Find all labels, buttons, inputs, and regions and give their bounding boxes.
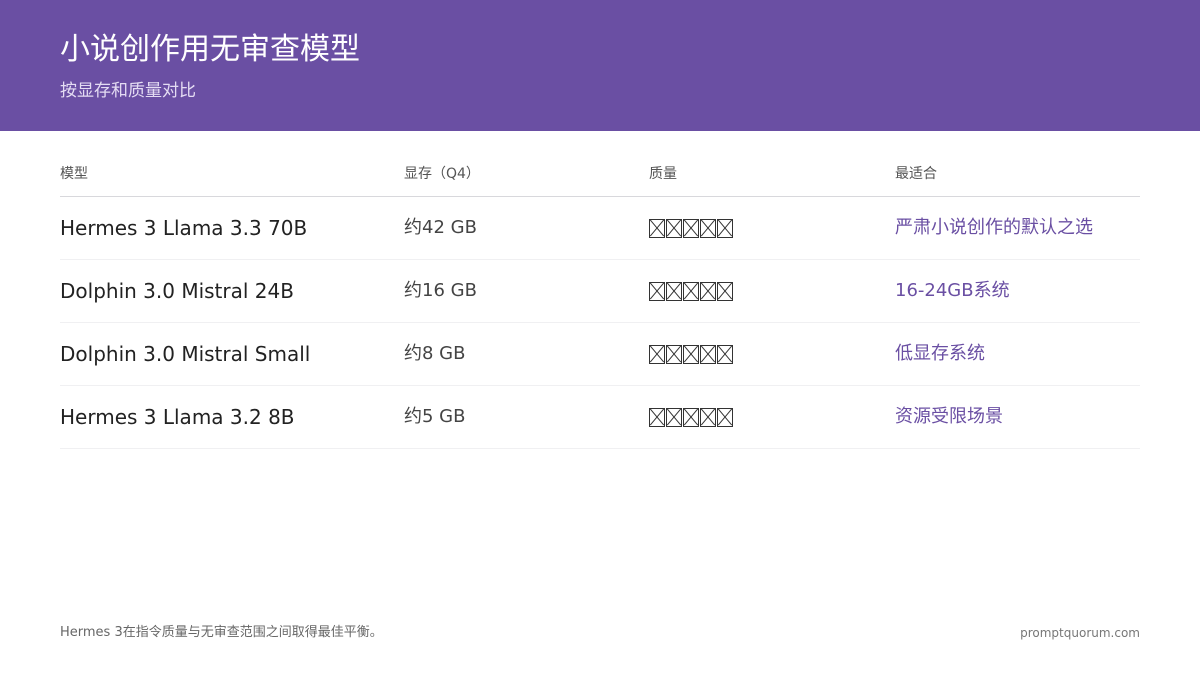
quality-rating bbox=[649, 260, 733, 327]
model-name: Dolphin 3.0 Mistral Small bbox=[60, 342, 311, 366]
missing-glyph-icon bbox=[700, 281, 716, 301]
table-row: Hermes 3 Llama 3.2 8B 约5 GB 资源受限场景 bbox=[60, 386, 1140, 449]
vram-value: 约5 GB bbox=[404, 406, 466, 427]
missing-glyph-icon bbox=[717, 344, 733, 364]
vram-value: 约8 GB bbox=[404, 343, 466, 364]
missing-glyph-icon bbox=[649, 281, 665, 301]
missing-glyph-icon bbox=[717, 218, 733, 238]
missing-glyph-icon bbox=[700, 344, 716, 364]
table-header-row: 模型 显存（Q4） 质量 最适合 bbox=[60, 160, 1140, 197]
quality-rating bbox=[649, 386, 733, 453]
page-subtitle: 按显存和质量对比 bbox=[60, 81, 196, 101]
vram-value: 约42 GB bbox=[404, 217, 477, 238]
missing-glyph-icon bbox=[683, 218, 699, 238]
missing-glyph-icon bbox=[649, 344, 665, 364]
comparison-table: 模型 显存（Q4） 质量 最适合 Hermes 3 Llama 3.3 70B … bbox=[60, 160, 1140, 449]
missing-glyph-icon bbox=[666, 281, 682, 301]
missing-glyph-icon bbox=[700, 218, 716, 238]
best-for-text: 低显存系统 bbox=[895, 343, 985, 364]
quality-rating bbox=[649, 197, 733, 264]
column-header-best-for: 最适合 bbox=[895, 166, 937, 182]
missing-glyph-icon bbox=[717, 407, 733, 427]
header-banner: 小说创作用无审查模型 按显存和质量对比 bbox=[0, 0, 1200, 131]
vram-value: 约16 GB bbox=[404, 280, 477, 301]
missing-glyph-icon bbox=[649, 218, 665, 238]
table-row: Dolphin 3.0 Mistral 24B 约16 GB 16-24GB系统 bbox=[60, 260, 1140, 323]
table-row: Dolphin 3.0 Mistral Small 约8 GB 低显存系统 bbox=[60, 323, 1140, 386]
column-header-quality: 质量 bbox=[649, 166, 677, 182]
footer-note: Hermes 3在指令质量与无审查范围之间取得最佳平衡。 bbox=[60, 625, 383, 640]
missing-glyph-icon bbox=[649, 407, 665, 427]
table-row: Hermes 3 Llama 3.3 70B 约42 GB 严肃小说创作的默认之… bbox=[60, 197, 1140, 260]
footer-site: promptquorum.com bbox=[1020, 626, 1140, 640]
missing-glyph-icon bbox=[666, 218, 682, 238]
model-name: Dolphin 3.0 Mistral 24B bbox=[60, 279, 294, 303]
missing-glyph-icon bbox=[717, 281, 733, 301]
missing-glyph-icon bbox=[683, 281, 699, 301]
best-for-text: 严肃小说创作的默认之选 bbox=[895, 217, 1093, 238]
missing-glyph-icon bbox=[666, 407, 682, 427]
missing-glyph-icon bbox=[683, 344, 699, 364]
model-name: Hermes 3 Llama 3.3 70B bbox=[60, 216, 308, 240]
column-header-model: 模型 bbox=[60, 166, 88, 182]
missing-glyph-icon bbox=[683, 407, 699, 427]
page-title: 小说创作用无审查模型 bbox=[60, 32, 360, 67]
missing-glyph-icon bbox=[666, 344, 682, 364]
best-for-text: 资源受限场景 bbox=[895, 406, 1003, 427]
model-name: Hermes 3 Llama 3.2 8B bbox=[60, 405, 295, 429]
column-header-vram: 显存（Q4） bbox=[404, 166, 480, 182]
best-for-text: 16-24GB系统 bbox=[895, 280, 1010, 301]
missing-glyph-icon bbox=[700, 407, 716, 427]
quality-rating bbox=[649, 323, 733, 390]
